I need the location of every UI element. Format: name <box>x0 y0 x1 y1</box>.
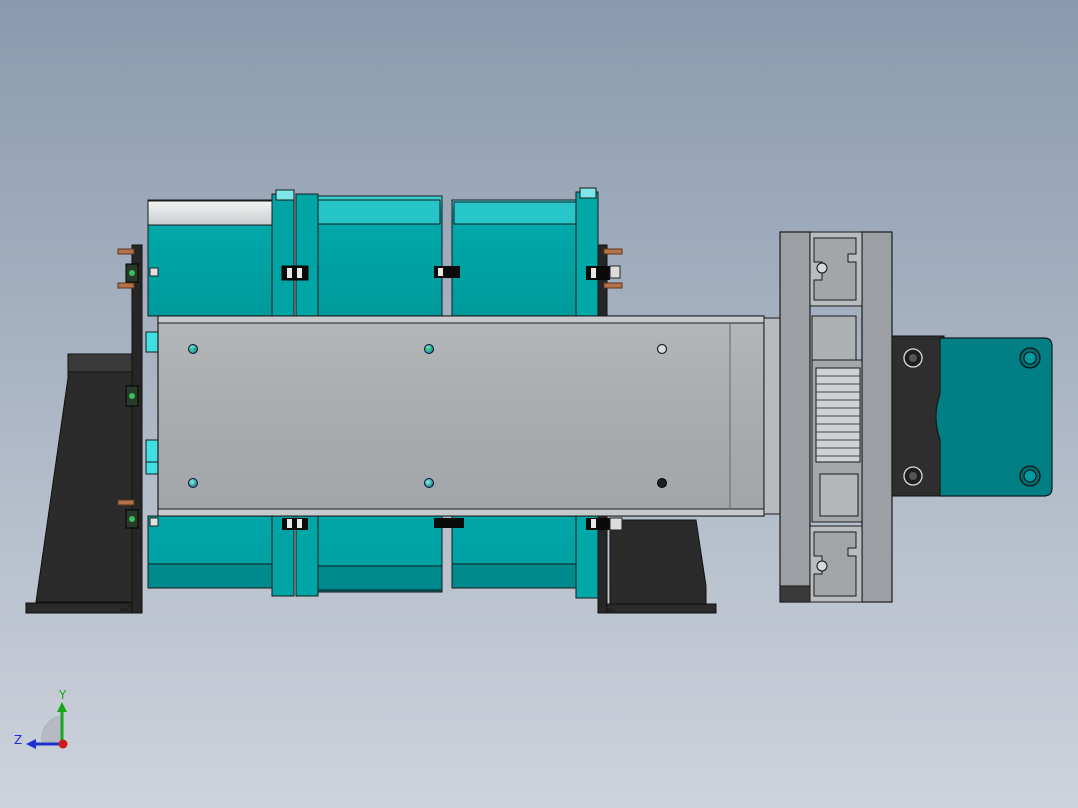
cad-scene[interactable]: Y Z <box>0 0 1078 808</box>
upper-motor-row[interactable] <box>147 187 621 317</box>
z-axis-label: Z <box>14 733 22 747</box>
lower-motor-row[interactable] <box>147 515 623 599</box>
drive-motor[interactable] <box>891 335 1053 497</box>
central-gray-beam[interactable] <box>157 315 781 517</box>
linear-guide-carriage[interactable] <box>779 231 893 603</box>
cad-viewport[interactable]: Y Z <box>0 0 1078 808</box>
x-axis-dot <box>58 739 68 749</box>
y-axis-label: Y <box>58 688 67 702</box>
